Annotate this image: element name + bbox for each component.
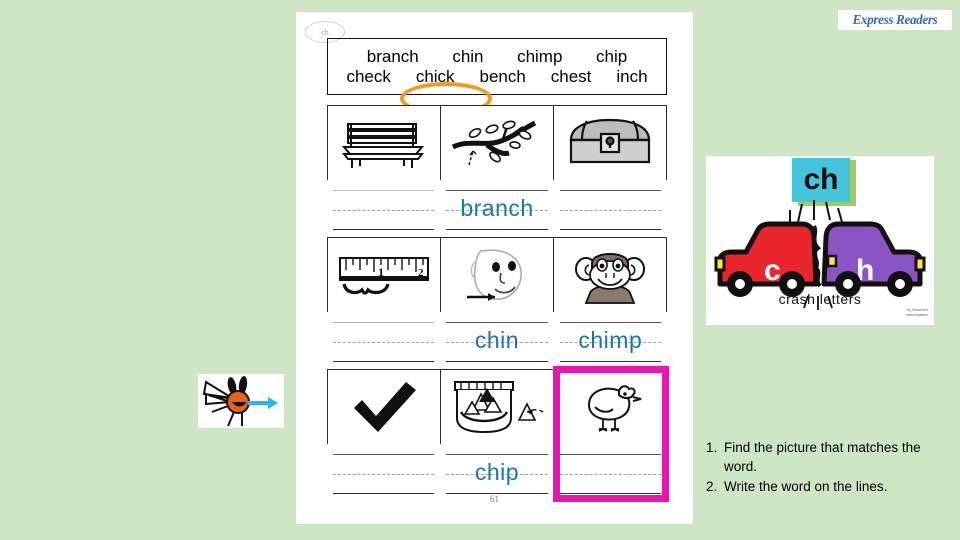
guide-line-bottom — [333, 229, 435, 230]
worksheet-row-3: chip — [327, 366, 669, 502]
guide-line-top — [333, 454, 435, 455]
chip-bag-icon — [454, 381, 544, 434]
instruction-number: 1. — [706, 440, 718, 455]
treasure-chest-icon — [569, 118, 650, 164]
worksheet-row-1: branch — [327, 105, 667, 237]
answer-text: chimp — [578, 327, 643, 353]
chick-icon — [587, 385, 642, 432]
guide-line-mid — [559, 210, 661, 211]
guide-line-top — [446, 322, 548, 323]
picture-row: 1 2 — [327, 237, 667, 312]
crash-letters-card: ch c h crash letters by Maureen habersta… — [706, 156, 934, 325]
answer-cell[interactable]: chip — [440, 444, 553, 501]
guide-line-bottom — [559, 361, 661, 362]
face-chin-icon — [467, 249, 522, 301]
instructions-list: 1. Find the picture that matches the wor… — [706, 438, 936, 497]
bench-icon — [341, 123, 425, 168]
picture-cell-inch[interactable]: 1 2 — [328, 238, 441, 312]
checkmark-icon — [354, 382, 416, 432]
answer-cell[interactable] — [327, 180, 440, 237]
word-bank: branch chin chimp chip check chick bench… — [327, 38, 667, 115]
answer-cell[interactable]: branch — [440, 180, 553, 237]
cartoon-bug-icon — [202, 376, 278, 427]
guide-line-mid — [333, 342, 435, 343]
answer-text: chip — [474, 459, 520, 485]
answer-cell[interactable]: chimp — [554, 312, 667, 369]
branch-icon — [451, 120, 537, 166]
answer-text: chin — [474, 327, 520, 353]
guide-line-bottom — [559, 229, 661, 230]
word-bank-row-2: check chick bench chest inch — [328, 67, 666, 87]
instruction-item: 1. Find the picture that matches the wor… — [706, 438, 936, 476]
picture-row — [327, 105, 667, 180]
guide-line-top — [559, 454, 661, 455]
picture-cell-chick[interactable] — [554, 370, 666, 444]
guide-line-top — [559, 190, 661, 191]
picture-row — [327, 369, 667, 444]
picture-cell-bench[interactable] — [328, 106, 441, 180]
worksheet-page: ch branch chin chimp chip check chick be… — [296, 12, 693, 524]
answer-cell[interactable]: chin — [440, 312, 553, 369]
word-bank-word[interactable]: chin — [452, 47, 483, 67]
word-bank-row-1: branch chin chimp chip — [328, 47, 666, 67]
answer-cell[interactable] — [327, 312, 440, 369]
ruler-inch-icon: 1 2 — [339, 257, 429, 295]
guide-line-bottom — [333, 361, 435, 362]
answer-cell[interactable] — [327, 444, 440, 501]
answer-line-row: chin chimp — [327, 312, 667, 369]
svg-text:1: 1 — [378, 265, 384, 279]
guide-line-top — [446, 454, 548, 455]
car-letter-c: c — [764, 254, 781, 287]
logo-text: Express Readers — [852, 11, 938, 28]
answer-cell[interactable] — [554, 180, 667, 237]
picture-cell-chip[interactable] — [441, 370, 554, 444]
answer-line-row: branch — [327, 180, 667, 237]
picture-cell-branch[interactable] — [441, 106, 554, 180]
bug-illustration-card — [198, 374, 284, 428]
picture-cell-check[interactable] — [328, 370, 441, 444]
guide-line-mid — [333, 474, 435, 475]
picture-cell-chin[interactable] — [441, 238, 554, 312]
guide-line-top — [333, 190, 435, 191]
word-bank-word[interactable]: bench — [480, 67, 526, 87]
word-bank-word[interactable]: check — [346, 67, 390, 87]
word-bank-word[interactable]: inch — [616, 67, 647, 87]
page-number: 61 — [490, 494, 499, 504]
guide-line-mid — [559, 474, 661, 475]
guide-line-bottom — [446, 229, 548, 230]
express-readers-logo: Express Readers — [838, 10, 952, 30]
word-bank-word[interactable]: branch — [367, 47, 419, 67]
chimp-icon — [575, 253, 645, 304]
instruction-text: Find the picture that matches the word. — [724, 440, 921, 475]
picture-answer-grid: branch 1 2 chin chimp chip — [327, 105, 669, 502]
answer-line-row: chip — [327, 444, 667, 501]
guide-line-bottom — [446, 361, 548, 362]
slide-canvas: Express Readers ch branch chin chimp chi… — [0, 0, 960, 540]
word-bank-word[interactable]: chimp — [517, 47, 562, 67]
word-bank-word[interactable]: chest — [551, 67, 592, 87]
worksheet-row-2: 1 2 chin chimp — [327, 237, 667, 369]
instruction-text: Write the word on the lines. — [724, 479, 888, 495]
svg-text:2: 2 — [418, 267, 424, 279]
illustration-credit: by Maureen haberstadter — [905, 306, 928, 317]
answer-cell[interactable] — [554, 444, 667, 501]
picture-cell-chimp[interactable] — [554, 238, 666, 312]
crash-letters-caption: crash letters — [778, 291, 862, 307]
guide-line-top — [446, 190, 548, 191]
guide-line-top — [559, 322, 661, 323]
picture-cell-chest[interactable] — [554, 106, 666, 180]
answer-text: branch — [460, 195, 534, 221]
word-bank-word[interactable]: chip — [596, 47, 627, 67]
instruction-item: 2. Write the word on the lines. — [706, 477, 936, 496]
guide-line-top — [333, 322, 435, 323]
guide-line-mid — [333, 210, 435, 211]
instruction-number: 2. — [706, 479, 718, 495]
word-bank-word-chick[interactable]: chick — [416, 67, 455, 87]
ch-digraph-text: ch — [803, 163, 839, 196]
